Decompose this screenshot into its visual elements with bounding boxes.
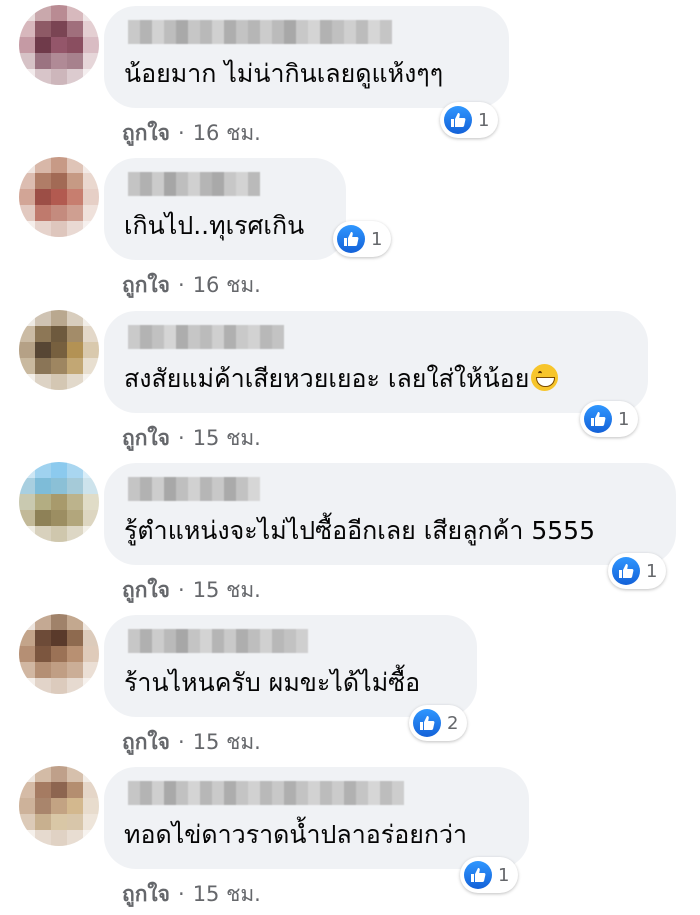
timestamp[interactable]: 15 ชม. bbox=[193, 578, 261, 602]
comment-bubble: ทอดไข่ดาวราดน้ำปลาอร่อยกว่า bbox=[104, 767, 529, 869]
avatar[interactable] bbox=[19, 614, 99, 694]
like-link[interactable]: ถูกใจ bbox=[122, 882, 170, 906]
comment-bubble: เกินไป..ทุเรศเกิน bbox=[104, 158, 346, 260]
like-count: 1 bbox=[371, 228, 383, 250]
comment-actions: ถูกใจ · 15 ชม. bbox=[122, 574, 261, 607]
comment: ทอดไข่ดาวราดน้ำปลาอร่อยกว่า 1 ถูกใจ · 15 ช… bbox=[0, 761, 700, 913]
thumbs-up-icon bbox=[337, 225, 365, 253]
timestamp[interactable]: 15 ชม. bbox=[193, 730, 261, 754]
commenter-name-blurred[interactable] bbox=[128, 172, 260, 196]
comment-text: สงสัยแม่ค้าเสียหวยเยอะ เลยใส่ให้น้อย bbox=[124, 361, 559, 397]
like-link[interactable]: ถูกใจ bbox=[122, 121, 170, 145]
avatar[interactable] bbox=[19, 310, 99, 390]
thumbs-up-icon bbox=[584, 405, 612, 433]
comment-text: ร้านไหนครับ ผมขะได้ไม่ซื้อ bbox=[124, 668, 421, 697]
like-count: 1 bbox=[646, 560, 658, 582]
like-link[interactable]: ถูกใจ bbox=[122, 273, 170, 297]
comment: สงสัยแม่ค้าเสียหวยเยอะ เลยใส่ให้น้อย 1 ถ… bbox=[0, 305, 700, 457]
comment-bubble: น้อยมาก ไม่น่ากินเลยดูแห้งๆๆ bbox=[104, 6, 509, 108]
commenter-name-blurred[interactable] bbox=[128, 781, 404, 805]
like-count: 1 bbox=[478, 109, 490, 131]
comment-bubble: รู้ตำแหน่งจะไม่ไปซื้ออีกเลย เสียลูกค้า 5… bbox=[104, 463, 676, 565]
comment: เกินไป..ทุเรศเกิน 1 ถูกใจ · 16 ชม. bbox=[0, 152, 700, 304]
commenter-name-blurred[interactable] bbox=[128, 629, 308, 653]
reaction-count[interactable]: 1 bbox=[333, 221, 392, 257]
timestamp[interactable]: 15 ชม. bbox=[193, 882, 261, 906]
grinning-face-emoji bbox=[531, 364, 559, 391]
comment: รู้ตำแหน่งจะไม่ไปซื้ออีกเลย เสียลูกค้า 5… bbox=[0, 457, 700, 609]
thumbs-up-icon bbox=[444, 106, 472, 134]
comment-actions: ถูกใจ · 16 ชม. bbox=[122, 117, 261, 150]
comment: ร้านไหนครับ ผมขะได้ไม่ซื้อ 2 ถูกใจ · 15 ชม… bbox=[0, 609, 700, 761]
timestamp[interactable]: 16 ชม. bbox=[193, 121, 261, 145]
comment-text-content: สงสัยแม่ค้าเสียหวยเยอะ เลยใส่ให้น้อย bbox=[124, 364, 530, 393]
comment-actions: ถูกใจ · 15 ชม. bbox=[122, 726, 261, 759]
separator: · bbox=[178, 578, 185, 602]
comment-text: ทอดไข่ดาวราดน้ำปลาอร่อยกว่า bbox=[124, 820, 468, 849]
comment-text: รู้ตำแหน่งจะไม่ไปซื้ออีกเลย เสียลูกค้า 5… bbox=[124, 516, 595, 545]
thumbs-up-icon bbox=[612, 557, 640, 585]
commenter-name-blurred[interactable] bbox=[128, 477, 260, 501]
separator: · bbox=[178, 730, 185, 754]
timestamp[interactable]: 15 ชม. bbox=[193, 426, 261, 450]
comment-actions: ถูกใจ · 15 ชม. bbox=[122, 422, 261, 455]
comment: น้อยมาก ไม่น่ากินเลยดูแห้งๆๆ 1 ถูกใจ · 16 … bbox=[0, 0, 700, 152]
comment-text: เกินไป..ทุเรศเกิน bbox=[124, 211, 305, 240]
comment-actions: ถูกใจ · 16 ชม. bbox=[122, 269, 261, 302]
like-link[interactable]: ถูกใจ bbox=[122, 426, 170, 450]
avatar[interactable] bbox=[19, 462, 99, 542]
thumbs-up-icon bbox=[413, 709, 441, 737]
commenter-name-blurred[interactable] bbox=[128, 20, 392, 44]
commenter-name-blurred[interactable] bbox=[128, 325, 284, 349]
reaction-count[interactable]: 1 bbox=[460, 857, 519, 893]
thumbs-up-icon bbox=[464, 861, 492, 889]
separator: · bbox=[178, 882, 185, 906]
like-count: 2 bbox=[447, 712, 459, 734]
reaction-count[interactable]: 1 bbox=[608, 553, 667, 589]
reaction-count[interactable]: 2 bbox=[409, 705, 468, 741]
avatar[interactable] bbox=[19, 766, 99, 846]
reaction-count[interactable]: 1 bbox=[440, 102, 499, 138]
comment-actions: ถูกใจ · 15 ชม. bbox=[122, 878, 261, 911]
avatar[interactable] bbox=[19, 157, 99, 237]
separator: · bbox=[178, 121, 185, 145]
separator: · bbox=[178, 273, 185, 297]
like-count: 1 bbox=[618, 408, 630, 430]
like-link[interactable]: ถูกใจ bbox=[122, 578, 170, 602]
reaction-count[interactable]: 1 bbox=[580, 401, 639, 437]
avatar[interactable] bbox=[19, 5, 99, 85]
like-link[interactable]: ถูกใจ bbox=[122, 730, 170, 754]
comment-bubble: ร้านไหนครับ ผมขะได้ไม่ซื้อ bbox=[104, 615, 477, 717]
timestamp[interactable]: 16 ชม. bbox=[193, 273, 261, 297]
separator: · bbox=[178, 426, 185, 450]
comment-bubble: สงสัยแม่ค้าเสียหวยเยอะ เลยใส่ให้น้อย bbox=[104, 311, 648, 413]
comment-text: น้อยมาก ไม่น่ากินเลยดูแห้งๆๆ bbox=[124, 59, 444, 88]
like-count: 1 bbox=[498, 864, 510, 886]
